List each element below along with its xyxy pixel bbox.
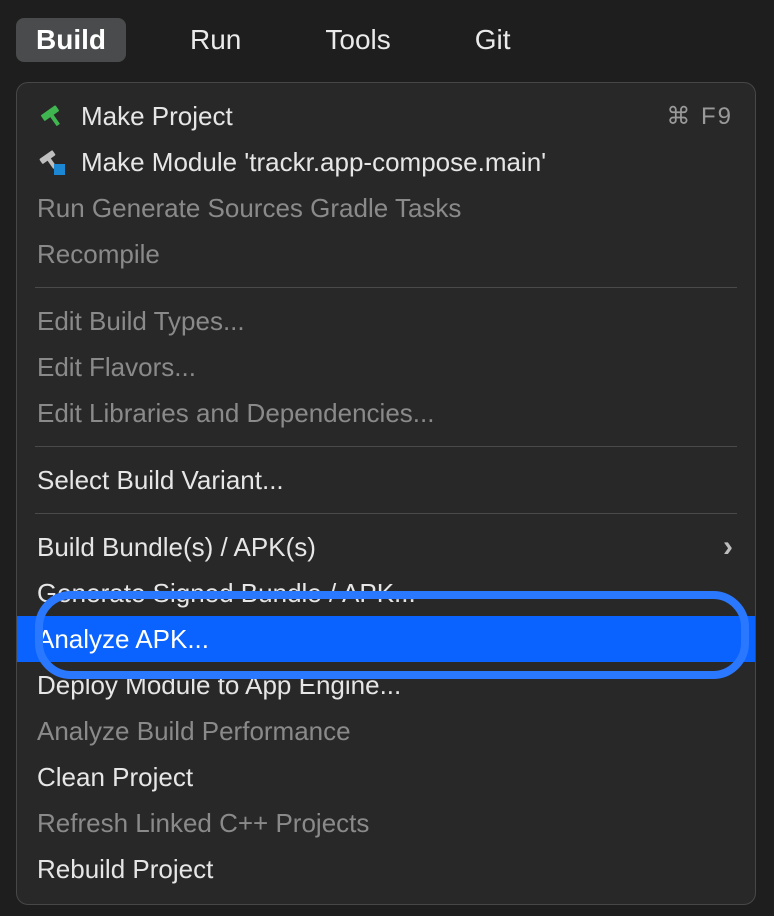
menu-item-edit-build-types: Edit Build Types... xyxy=(17,298,755,344)
menubar: Build Run Tools Git xyxy=(0,0,774,72)
menu-item-label: Build Bundle(s) / APK(s) xyxy=(37,532,723,563)
menu-item-edit-flavors: Edit Flavors... xyxy=(17,344,755,390)
menu-item-label: Analyze APK... xyxy=(37,624,733,655)
menu-item-refresh-linked-cpp: Refresh Linked C++ Projects xyxy=(17,800,755,846)
menu-item-build-bundles-apks[interactable]: Build Bundle(s) / APK(s) › xyxy=(17,524,755,570)
menu-item-label: Analyze Build Performance xyxy=(37,716,733,747)
menu-item-deploy-module-app-engine[interactable]: Deploy Module to App Engine... xyxy=(17,662,755,708)
menu-item-label: Clean Project xyxy=(37,762,733,793)
menu-item-label: Select Build Variant... xyxy=(37,465,733,496)
menubar-item-git[interactable]: Git xyxy=(455,18,531,62)
menu-separator xyxy=(35,446,737,447)
menu-item-label: Refresh Linked C++ Projects xyxy=(37,808,733,839)
menu-item-make-project[interactable]: Make Project ⌘ F9 xyxy=(17,93,755,139)
hammer-blue-icon xyxy=(37,147,81,177)
menu-item-label: Make Project xyxy=(81,101,666,132)
menu-item-label: Rebuild Project xyxy=(37,854,733,885)
menu-item-make-module[interactable]: Make Module 'trackr.app-compose.main' xyxy=(17,139,755,185)
menu-item-rebuild-project[interactable]: Rebuild Project xyxy=(17,846,755,892)
menu-item-analyze-apk[interactable]: Analyze APK... xyxy=(17,616,755,662)
menu-item-label: Run Generate Sources Gradle Tasks xyxy=(37,193,733,224)
menu-item-clean-project[interactable]: Clean Project xyxy=(17,754,755,800)
menu-item-label: Deploy Module to App Engine... xyxy=(37,670,733,701)
menu-item-label: Recompile xyxy=(37,239,733,270)
menu-item-run-generate-sources: Run Generate Sources Gradle Tasks xyxy=(17,185,755,231)
menu-item-analyze-build-perf: Analyze Build Performance xyxy=(17,708,755,754)
menu-item-select-build-variant[interactable]: Select Build Variant... xyxy=(17,457,755,503)
build-menu-dropdown: Make Project ⌘ F9 Make Module 'trackr.ap… xyxy=(16,82,756,905)
menubar-item-tools[interactable]: Tools xyxy=(305,18,410,62)
menu-separator xyxy=(35,513,737,514)
menu-item-shortcut: ⌘ F9 xyxy=(666,102,733,131)
menu-item-label: Edit Flavors... xyxy=(37,352,733,383)
menu-item-label: Generate Signed Bundle / APK... xyxy=(37,578,733,609)
menu-item-label: Edit Libraries and Dependencies... xyxy=(37,398,733,429)
menu-separator xyxy=(35,287,737,288)
chevron-right-icon: › xyxy=(723,530,733,564)
menu-item-recompile: Recompile xyxy=(17,231,755,277)
menubar-item-run[interactable]: Run xyxy=(170,18,261,62)
menu-item-label: Make Module 'trackr.app-compose.main' xyxy=(81,147,733,178)
menu-item-generate-signed-bundle[interactable]: Generate Signed Bundle / APK... xyxy=(17,570,755,616)
hammer-green-icon xyxy=(37,101,81,131)
menu-item-label: Edit Build Types... xyxy=(37,306,733,337)
menubar-item-build[interactable]: Build xyxy=(16,18,126,62)
menu-item-edit-libs-deps: Edit Libraries and Dependencies... xyxy=(17,390,755,436)
